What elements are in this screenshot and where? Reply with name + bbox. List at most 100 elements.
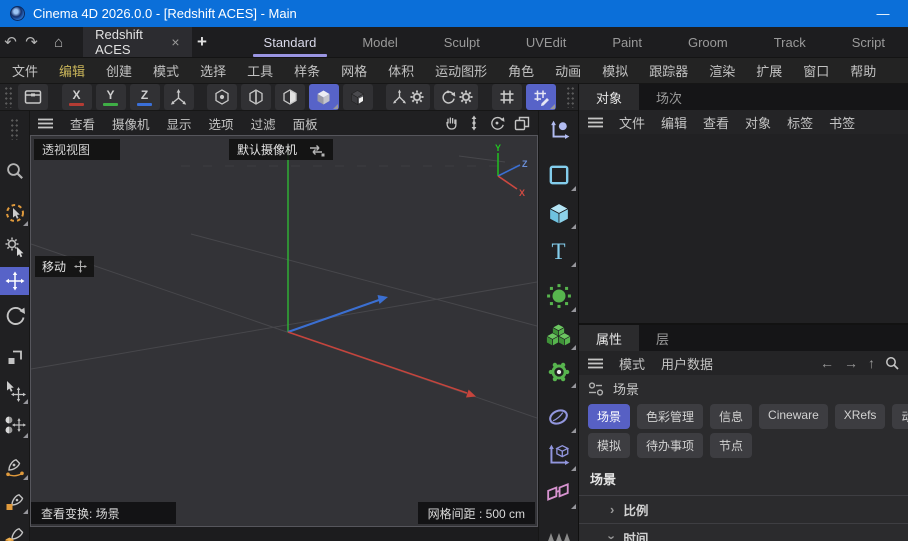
menu-animate[interactable]: 动画	[555, 61, 581, 80]
model-mode-button[interactable]	[309, 84, 339, 110]
orbit-rotate-icon[interactable]	[489, 115, 505, 131]
volume-builder-button[interactable]	[541, 317, 577, 351]
toggle-view-icon[interactable]	[514, 116, 530, 131]
asset-box-button[interactable]	[18, 84, 48, 110]
viewport-menu-icon[interactable]	[38, 118, 53, 129]
menu-mode[interactable]: 模式	[153, 61, 179, 80]
category-animation[interactable]: 动画	[892, 404, 908, 429]
layout-tab-track[interactable]: Track	[751, 27, 829, 57]
lock-y-axis-button[interactable]: Y	[96, 84, 126, 110]
group-time[interactable]: › 时间	[579, 523, 908, 541]
layout-tab-script[interactable]: Script	[829, 27, 908, 57]
attribute-menu-icon[interactable]	[588, 358, 603, 369]
tab-attributes[interactable]: 属性	[579, 325, 639, 351]
multi-move-tool-button[interactable]	[1, 411, 29, 439]
am-menu-userdata[interactable]: 用户数据	[661, 354, 713, 373]
tool-settings-button[interactable]	[1, 233, 29, 261]
lock-z-axis-button[interactable]: Z	[130, 84, 160, 110]
scale-tool-button[interactable]	[1, 343, 29, 371]
toolbar-drag-handle[interactable]	[4, 86, 12, 108]
search-icon[interactable]	[885, 356, 899, 370]
home-icon[interactable]: ⌂	[48, 27, 69, 57]
toolbar-right-drag-handle[interactable]	[566, 86, 574, 108]
menu-volume[interactable]: 体积	[388, 61, 414, 80]
generator-sphere-button[interactable]	[541, 279, 577, 313]
axis-locator-button[interactable]	[541, 113, 577, 147]
rotate-tool-button[interactable]	[1, 301, 29, 329]
field-button[interactable]	[541, 438, 577, 472]
am-menu-mode[interactable]: 模式	[619, 354, 645, 373]
menu-spline[interactable]: 样条	[294, 61, 320, 80]
new-document-button[interactable]: +	[192, 27, 213, 57]
om-menu-tags[interactable]: 标签	[787, 113, 813, 132]
layout-tab-model[interactable]: Model	[339, 27, 420, 57]
camera-swap-icon[interactable]	[307, 143, 325, 157]
tab-objects[interactable]: 对象	[579, 84, 639, 110]
redo-icon[interactable]: ↷	[21, 27, 42, 57]
menu-tools[interactable]: 工具	[247, 61, 273, 80]
go-up-icon[interactable]: ↑	[868, 355, 875, 371]
deformer-button[interactable]	[541, 400, 577, 434]
lock-x-axis-button[interactable]: X	[62, 84, 92, 110]
texture-mode-button[interactable]	[343, 84, 373, 110]
om-menu-edit[interactable]: 编辑	[661, 113, 687, 132]
tab-takes[interactable]: 场次	[639, 84, 699, 110]
dolly-zoom-icon[interactable]	[468, 115, 480, 131]
points-mode-button[interactable]	[207, 84, 237, 110]
tweak-move-tool-button[interactable]	[1, 377, 29, 405]
edges-mode-button[interactable]	[241, 84, 271, 110]
menu-help[interactable]: 帮助	[850, 61, 876, 80]
polygons-mode-button[interactable]	[275, 84, 305, 110]
cube-primitive-button[interactable]	[541, 196, 577, 230]
vp-menu-view[interactable]: 查看	[70, 114, 95, 133]
layout-tab-groom[interactable]: Groom	[665, 27, 751, 57]
menu-extensions[interactable]: 扩展	[756, 61, 782, 80]
category-color-management[interactable]: 色彩管理	[637, 404, 703, 429]
object-menu-icon[interactable]	[588, 117, 603, 128]
vp-menu-display[interactable]: 显示	[167, 114, 192, 133]
viewport-canvas[interactable]: 透视视图 默认摄像机 Y Z X	[30, 135, 538, 527]
history-back-icon[interactable]: ←	[820, 355, 834, 371]
object-list-area[interactable]	[579, 134, 908, 323]
layout-tab-uvedit[interactable]: UVEdit	[503, 27, 589, 57]
grid-snap-button[interactable]	[492, 84, 522, 110]
document-tab[interactable]: Redshift ACES ×	[83, 27, 191, 57]
workplane-button[interactable]	[526, 84, 556, 110]
category-simulation[interactable]: 模拟	[588, 433, 630, 458]
vp-menu-cameras[interactable]: 摄像机	[112, 114, 150, 133]
vp-menu-options[interactable]: 选项	[209, 114, 234, 133]
find-tool-button[interactable]	[1, 157, 29, 185]
menu-window[interactable]: 窗口	[803, 61, 829, 80]
text-spline-button[interactable]: T	[541, 234, 577, 268]
coordinate-system-button[interactable]	[164, 84, 194, 110]
tab-layers[interactable]: 层	[639, 325, 686, 351]
scene-nodes-button[interactable]	[541, 476, 577, 510]
minimize-button[interactable]: —	[868, 6, 898, 21]
modeling-axis-settings-button[interactable]	[386, 84, 430, 110]
om-menu-objects[interactable]: 对象	[745, 113, 771, 132]
menu-create[interactable]: 创建	[106, 61, 132, 80]
category-info[interactable]: 信息	[710, 404, 752, 429]
layout-tab-sculpt[interactable]: Sculpt	[421, 27, 503, 57]
menu-mesh[interactable]: 网格	[341, 61, 367, 80]
om-menu-view[interactable]: 查看	[703, 113, 729, 132]
pan-hand-icon[interactable]	[443, 115, 459, 131]
layout-tab-standard[interactable]: Standard	[241, 27, 340, 57]
spline-rectangle-button[interactable]	[541, 158, 577, 192]
om-menu-file[interactable]: 文件	[619, 113, 645, 132]
cloth-button[interactable]	[541, 521, 577, 541]
menu-file[interactable]: 文件	[12, 61, 38, 80]
menu-mograph[interactable]: 运动图形	[435, 61, 487, 80]
spline-volume-tool-button[interactable]	[1, 521, 29, 541]
undo-icon[interactable]: ↶	[0, 27, 21, 57]
menu-simulate[interactable]: 模拟	[602, 61, 628, 80]
category-todo[interactable]: 待办事项	[637, 433, 703, 458]
layout-tab-paint[interactable]: Paint	[589, 27, 665, 57]
vp-menu-filter[interactable]: 过滤	[251, 114, 276, 133]
category-xrefs[interactable]: XRefs	[835, 404, 886, 429]
menu-select[interactable]: 选择	[200, 61, 226, 80]
snap-rotation-settings-button[interactable]	[434, 84, 478, 110]
palette-drag-handle[interactable]	[10, 118, 19, 140]
move-tool-button[interactable]	[0, 267, 30, 295]
group-scale[interactable]: › 比例	[579, 495, 908, 523]
